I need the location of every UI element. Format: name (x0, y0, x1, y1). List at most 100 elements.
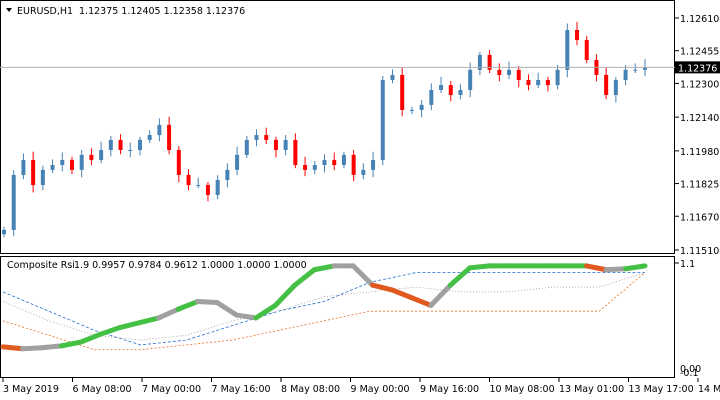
bull-candle (79, 154, 84, 170)
bear-candle (351, 154, 356, 175)
time-label: 13 May 01:00 (559, 384, 624, 395)
signal-line-grey (2, 272, 646, 341)
price-tick-label: 1.11980 (680, 147, 719, 158)
bull-candle (2, 229, 6, 235)
indicator-level-top: 1.1 (680, 259, 695, 270)
bull-candle (50, 165, 55, 170)
bear-candle (400, 74, 405, 110)
bull-candle (613, 80, 618, 95)
candles (2, 21, 647, 238)
bear-candle (69, 159, 74, 170)
composite-rsi-segment (603, 266, 629, 273)
price-tick-label: 1.12610 (680, 14, 719, 25)
time-label: 7 May 16:00 (212, 384, 271, 395)
bull-candle (99, 150, 104, 160)
composite-rsi-segment (311, 263, 337, 273)
bull-candle (390, 74, 395, 81)
bull-candle (555, 69, 560, 86)
bull-candle (458, 89, 463, 95)
bull-candle (60, 159, 65, 166)
bull-candle (623, 69, 628, 81)
bull-candle (196, 185, 201, 187)
bull-candle (322, 159, 327, 166)
bear-candle (118, 139, 123, 151)
bull-candle (11, 174, 16, 230)
composite-rsi-segment (136, 315, 162, 326)
composite-rsi-segment (623, 263, 648, 272)
chart-canvas[interactable]: 1.12610 1.12455 1.12300 1.12140 1.11980 1.118… (0, 0, 720, 400)
composite-rsi-segment (467, 263, 492, 271)
bull-candle (633, 69, 638, 71)
time-label: 8 May 08:00 (281, 384, 340, 395)
composite-rsi-segment (0, 344, 25, 352)
bull-candle (361, 169, 366, 175)
bull-candle (21, 159, 26, 175)
bear-candle (516, 69, 521, 81)
bull-candle (419, 104, 424, 110)
composite-rsi-segment (428, 282, 453, 308)
bull-candle (312, 165, 317, 170)
composite-rsi-segment (253, 302, 278, 321)
price-tick-label: 1.11670 (680, 212, 719, 223)
bull-candle (215, 179, 220, 195)
composite-rsi-segment (156, 306, 181, 321)
current-price-label: 1.12376 (678, 63, 717, 74)
composite-rsi-segment (58, 339, 84, 349)
bull-candle (157, 124, 162, 136)
bear-candle (584, 39, 589, 60)
composite-rsi-segment (292, 267, 317, 288)
bear-candle (205, 185, 210, 195)
composite-rsi-segment (97, 325, 123, 337)
bull-candle (235, 154, 240, 170)
bull-candle (468, 69, 473, 90)
bear-candle (332, 159, 337, 166)
price-axis: 1.12610 1.12455 1.12300 1.12140 1.11980 1.118… (675, 14, 719, 257)
dropdown-triangle-icon[interactable] (6, 8, 12, 12)
time-label: 13 May 17:00 (629, 384, 694, 395)
time-label: 7 May 00:00 (142, 384, 201, 395)
bull-candle (507, 69, 512, 75)
time-label: 9 May 16:00 (420, 384, 479, 395)
composite-rsi-segment (233, 312, 259, 321)
bear-candle (273, 139, 278, 151)
bull-candle (128, 150, 133, 152)
bear-candle (176, 150, 181, 175)
indicator-values: 1.9 0.9957 0.9784 0.9612 1.0000 1.0000 1… (74, 260, 307, 271)
bull-candle (409, 109, 414, 111)
bear-candle (31, 159, 36, 186)
bull-candle (244, 139, 249, 155)
bull-candle (380, 80, 385, 160)
bull-candle (439, 85, 444, 90)
composite-rsi-segment (78, 331, 103, 345)
composite-rsi-segment (19, 345, 45, 352)
indicator-lines (0, 263, 648, 352)
composite-rsi-segment (447, 265, 473, 288)
time-label: 10 May 08:00 (490, 384, 555, 395)
ohlc-values: 1.12375 1.12405 1.12358 1.12376 (79, 6, 245, 17)
bear-candle (604, 74, 609, 95)
price-tick-label: 1.12455 (680, 47, 719, 58)
composite-rsi-segment (214, 300, 239, 318)
bull-candle (371, 159, 376, 170)
time-label: 9 May 00:00 (351, 384, 410, 395)
bear-candle (293, 139, 298, 166)
composite-rsi-segment (409, 295, 434, 308)
composite-rsi-segment (175, 299, 201, 312)
bear-candle (186, 174, 191, 186)
bull-candle (254, 135, 259, 140)
bear-candle (167, 124, 172, 151)
bear-candle (303, 165, 308, 170)
bear-candle (497, 69, 502, 75)
price-tick-label: 1.12300 (680, 79, 719, 90)
composite-rsi-segment (272, 282, 298, 308)
bear-candle (526, 80, 531, 86)
indicator-level-bottom2: -0.1 (680, 368, 699, 379)
time-label: 6 May 08:00 (73, 384, 132, 395)
composite-rsi-segment (389, 287, 415, 301)
bear-candle (575, 30, 580, 40)
chart-window[interactable]: 1.12610 1.12455 1.12300 1.12140 1.11980 1.118… (0, 0, 720, 400)
bull-candle (147, 135, 152, 140)
main-chart-frame (0, 0, 675, 254)
bull-candle (429, 89, 434, 105)
bull-candle (341, 154, 346, 166)
